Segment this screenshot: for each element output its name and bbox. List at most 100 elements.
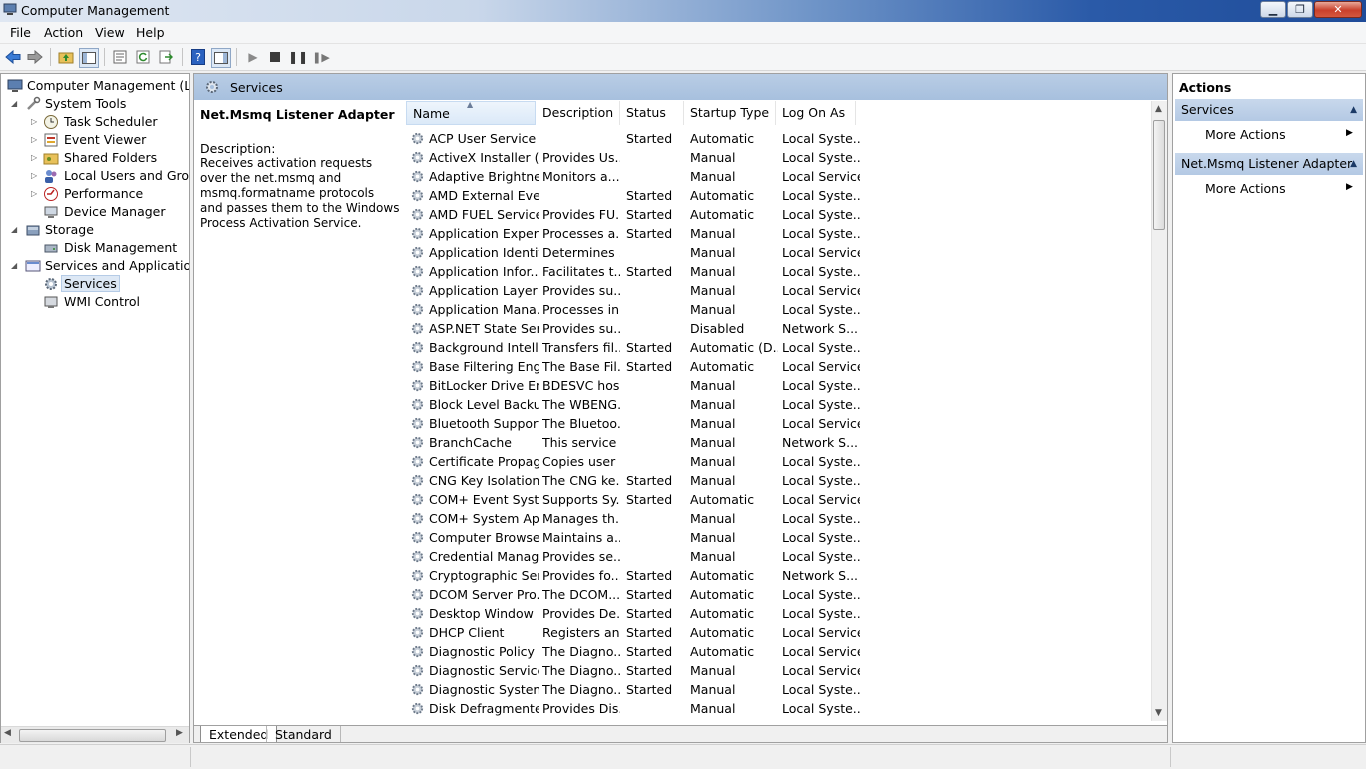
column-header-status[interactable]: Status	[620, 101, 684, 125]
tree-node-system-tools[interactable]: ◢ System Tools	[9, 95, 189, 113]
service-row[interactable]: Cryptographic Ser...Provides fo... Starte…	[406, 566, 1146, 585]
service-name: BranchCache	[429, 435, 512, 450]
tree-node-performance[interactable]: ▷ Performance	[29, 185, 189, 203]
resume-service-button[interactable]: ❚▶	[312, 48, 330, 66]
service-row[interactable]: Credential ManagerProvides se... Manual Lo…	[406, 547, 1146, 566]
tree-node-event-viewer[interactable]: ▷ Event Viewer	[29, 131, 189, 149]
tree-node-services-and-applications[interactable]: ◢ Services and Applications	[9, 257, 189, 275]
forward-button[interactable]	[26, 48, 44, 66]
expand-arrow-icon[interactable]: ▷	[31, 149, 40, 167]
pause-service-button[interactable]: ❚❚	[288, 48, 308, 66]
menu-file[interactable]: File	[10, 25, 31, 40]
service-row[interactable]: Diagnostic Policy ... The Diagno... Starte…	[406, 642, 1146, 661]
service-row[interactable]: Block Level Backu...The WBENG... Manual Lo…	[406, 395, 1146, 414]
tree-horizontal-scrollbar[interactable]: ◀ ▶	[1, 726, 189, 743]
collapse-arrow-icon[interactable]: ◢	[11, 221, 20, 239]
service-row[interactable]: BranchCache This service ... Manual Network…	[406, 433, 1146, 452]
service-row[interactable]: COM+ Event Syst...Supports Sy... Started A…	[406, 490, 1146, 509]
expand-arrow-icon[interactable]: ▷	[31, 167, 40, 185]
column-header-startup-type[interactable]: Startup Type	[684, 101, 776, 125]
service-row[interactable]: ASP.NET State Ser...Provides su... Disabl…	[406, 319, 1146, 338]
tree-node-task-scheduler[interactable]: ▷ Task Scheduler	[29, 113, 189, 131]
service-row[interactable]: Base Filtering Engi...The Base Fil... Sta…	[406, 357, 1146, 376]
service-row[interactable]: Adaptive BrightnessMonitors a... Manual Lo…	[406, 167, 1146, 186]
menu-view[interactable]: View	[95, 25, 125, 40]
service-row[interactable]: Application Experi...Processes a... Start…	[406, 224, 1146, 243]
service-row[interactable]: Application IdentityDetermines ... Manual…	[406, 243, 1146, 262]
service-row[interactable]: Distributed Link Tr...Maintains li... Sta…	[406, 718, 1146, 721]
tree-node-shared-folders[interactable]: ▷ Shared Folders	[29, 149, 189, 167]
column-header-description[interactable]: Description	[536, 101, 620, 125]
menu-help[interactable]: Help	[136, 25, 165, 40]
service-row[interactable]: CNG Key Isolation The CNG ke... Started Man…	[406, 471, 1146, 490]
service-row[interactable]: Diagnostic Service...The Diagno... Starte…	[406, 661, 1146, 680]
service-name: Diagnostic Policy ...	[429, 644, 539, 659]
service-row[interactable]: Desktop Window ... Provides De... Started A…	[406, 604, 1146, 623]
service-row[interactable]: Background Intelli...Transfers fil... Sta…	[406, 338, 1146, 357]
service-row[interactable]: Application Mana...Processes in... Manual…	[406, 300, 1146, 319]
service-row[interactable]: Diagnostic System...The Diagno... Started…	[406, 680, 1146, 699]
expand-arrow-icon[interactable]: ▷	[31, 185, 40, 203]
up-one-level-button[interactable]	[57, 48, 75, 66]
maximize-button[interactable]: ❐	[1287, 1, 1313, 18]
scroll-up-icon[interactable]: ▲	[1155, 104, 1162, 114]
column-label: Status	[626, 105, 666, 120]
column-header-log-on-as[interactable]: Log On As	[776, 101, 856, 125]
console-tree: Computer Management (Local ◢ System Tool…	[0, 73, 190, 743]
tree-node-computer-management[interactable]: Computer Management (Local	[3, 77, 189, 95]
service-row[interactable]: Application Layer ...Provides su... Manua…	[406, 281, 1146, 300]
back-button[interactable]	[4, 48, 22, 66]
minimize-button[interactable]: ▁	[1260, 1, 1286, 18]
service-row[interactable]: DHCP Client Registers an... Started Automat…	[406, 623, 1146, 642]
tree-node-local-users[interactable]: ▷ Local Users and Groups	[29, 167, 189, 185]
tree-node-wmi-control[interactable]: WMI Control	[29, 293, 189, 311]
service-row[interactable]: Application Infor... Facilitates t... Star…	[406, 262, 1146, 281]
show-hide-console-tree-button[interactable]	[79, 48, 99, 68]
tree-scroll-thumb[interactable]	[19, 729, 166, 742]
tree-node-storage[interactable]: ◢ Storage	[9, 221, 189, 239]
service-row[interactable]: ACP User Service Started Automatic Local Sy…	[406, 129, 1146, 148]
menu-action[interactable]: Action	[44, 25, 83, 40]
service-row[interactable]: Disk DefragmenterProvides Dis... Manual Lo…	[406, 699, 1146, 718]
help-button[interactable]: ?	[189, 48, 207, 66]
collapse-up-icon[interactable]: ▲	[1350, 99, 1357, 121]
tree-label: Shared Folders	[64, 150, 158, 165]
service-description-cell: Supports Sy...	[542, 492, 620, 507]
service-row[interactable]: Bluetooth Support...The Bluetoo... Manual…	[406, 414, 1146, 433]
section-label: Net.Msmq Listener Adapter	[1181, 156, 1353, 171]
scroll-down-icon[interactable]: ▼	[1155, 708, 1162, 718]
collapse-up-icon[interactable]: ▲	[1350, 153, 1357, 175]
tree-node-device-manager[interactable]: Device Manager	[29, 203, 189, 221]
scroll-right-icon[interactable]: ▶	[176, 728, 183, 738]
show-hide-action-pane-button[interactable]	[211, 48, 231, 68]
export-list-button[interactable]	[157, 48, 175, 66]
list-scroll-thumb[interactable]	[1153, 120, 1165, 230]
service-row[interactable]: Certificate Propag...Copies user ... Manu…	[406, 452, 1146, 471]
collapse-arrow-icon[interactable]: ◢	[11, 95, 20, 113]
close-button[interactable]: ✕	[1314, 1, 1362, 18]
expand-arrow-icon[interactable]: ▷	[31, 113, 40, 131]
service-status: Started	[626, 663, 673, 678]
tab-standard[interactable]: Standard	[266, 726, 341, 742]
tree-node-disk-management[interactable]: Disk Management	[29, 239, 189, 257]
actions-section-net-msmq[interactable]: Net.Msmq Listener Adapter ▲	[1175, 153, 1363, 175]
stop-service-button[interactable]	[266, 48, 284, 66]
more-actions-services[interactable]: More Actions	[1205, 127, 1286, 142]
service-row[interactable]: DCOM Server Pro... The DCOM... Started Auto…	[406, 585, 1146, 604]
start-service-button[interactable]: ▶	[244, 48, 262, 66]
service-row[interactable]: Computer Browser Maintains a... Manual Loca…	[406, 528, 1146, 547]
service-row[interactable]: COM+ System Ap...Manages th... Manual Loca…	[406, 509, 1146, 528]
refresh-button[interactable]	[134, 48, 152, 66]
properties-button[interactable]	[111, 48, 129, 66]
service-row[interactable]: AMD FUEL Service Provides FU... Started Aut…	[406, 205, 1146, 224]
tree-node-services[interactable]: Services	[29, 275, 189, 293]
column-header-name[interactable]: Name ▲	[406, 101, 536, 125]
scroll-left-icon[interactable]: ◀	[4, 728, 11, 738]
actions-section-services[interactable]: Services ▲	[1175, 99, 1363, 121]
expand-arrow-icon[interactable]: ▷	[31, 131, 40, 149]
service-row[interactable]: AMD External Eve... Started Automatic Local…	[406, 186, 1146, 205]
more-actions-net-msmq[interactable]: More Actions	[1205, 181, 1286, 196]
collapse-arrow-icon[interactable]: ◢	[11, 257, 20, 275]
service-row[interactable]: BitLocker Drive En...BDESVC hos... Manual…	[406, 376, 1146, 395]
service-row[interactable]: ActiveX Installer (...Provides Us... Manu…	[406, 148, 1146, 167]
